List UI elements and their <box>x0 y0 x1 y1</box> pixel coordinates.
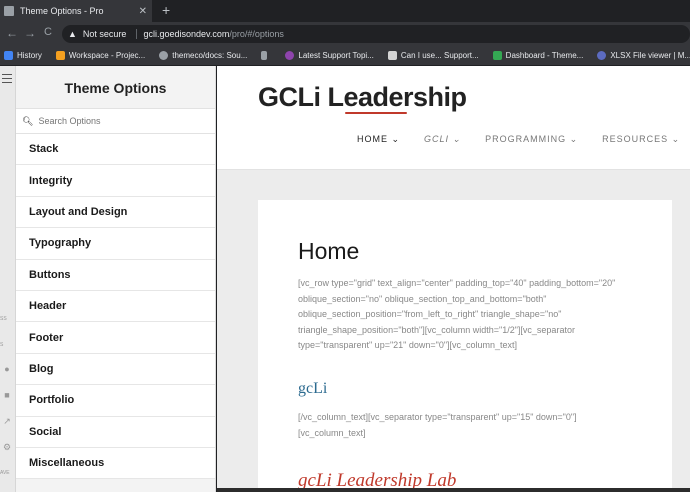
sidebar-item-layout-and-design[interactable]: Layout and Design <box>16 196 215 229</box>
bookmark-label: Can I use... Support... <box>400 51 479 60</box>
browser-tab-bar: Theme Options - Pro ✕ + <box>0 0 690 22</box>
bookmark-workspace[interactable]: Workspace - Projec... <box>55 51 146 60</box>
favicon-icon <box>4 6 14 16</box>
tab-title: Theme Options - Pro <box>20 6 104 16</box>
bookmark-label: XLSX File viewer | M... <box>610 51 690 60</box>
bookmark-icon <box>55 51 65 60</box>
site-header: GCLi Leadership HOME ⌄ GCLI ⌄ PROGRAMMIN… <box>217 66 690 170</box>
nav-programming[interactable]: PROGRAMMING ⌄ <box>485 134 578 145</box>
sidebar-item-integrity[interactable]: Integrity <box>16 165 215 197</box>
dashboard-icon <box>492 51 502 60</box>
new-tab-button[interactable]: + <box>162 2 170 18</box>
github-icon <box>159 51 169 60</box>
builder-icon-strip: SS S ● ■ ↗ ⚙ AVE <box>0 66 16 492</box>
strip-label: SS <box>0 316 7 322</box>
theme-icon <box>285 51 295 60</box>
logo-underline <box>345 112 407 114</box>
nav-resources[interactable]: RESOURCES ⌄ <box>602 134 680 145</box>
sidebar-item-social[interactable]: Social <box>16 416 215 448</box>
sidebar-title: Theme Options <box>64 80 167 96</box>
bottom-bar <box>217 488 690 492</box>
nav-home[interactable]: HOME ⌄ <box>357 134 400 145</box>
reload-icon[interactable]: C <box>44 26 52 38</box>
page-title: Home <box>298 238 360 264</box>
site-logo[interactable]: GCLi Leadership <box>258 82 467 113</box>
hamburger-menu-icon[interactable] <box>2 74 12 86</box>
bookmark-icon <box>4 51 13 60</box>
strip-label: S <box>0 342 4 348</box>
browser-tab[interactable]: Theme Options - Pro ✕ <box>0 0 152 22</box>
sidebar-item-header[interactable]: Header <box>16 290 215 323</box>
comment-icon[interactable]: ■ <box>1 390 13 402</box>
search-icon: 🔍︎ <box>22 115 34 126</box>
xlsx-icon <box>597 51 607 60</box>
sidebar-item-miscellaneous[interactable]: Miscellaneous <box>16 447 215 480</box>
shortcode-text: [vc_row type="grid" text_align="center" … <box>298 278 616 350</box>
url-host: gcli.goedisondev.com <box>143 29 230 39</box>
divider <box>136 29 138 39</box>
bookmark-history[interactable]: History <box>4 51 42 60</box>
close-tab-icon[interactable]: ✕ <box>139 6 147 17</box>
bookmark-label: Latest Support Topi... <box>298 51 374 60</box>
bookmark-support-topics[interactable]: Latest Support Topi... <box>285 51 374 60</box>
sidebar-item-footer[interactable]: Footer <box>16 322 215 354</box>
site-preview: GCLi Leadership HOME ⌄ GCLI ⌄ PROGRAMMIN… <box>217 66 690 492</box>
sidebar-item-stack[interactable]: Stack <box>16 134 215 166</box>
url-path: /pro/#/options <box>229 29 284 39</box>
security-label[interactable]: Not secure <box>83 29 127 39</box>
pin-icon <box>261 51 268 60</box>
bookmark-label: themeco/docs: Sou... <box>172 51 248 60</box>
sidebar-item-blog[interactable]: Blog <box>16 353 215 386</box>
url-input[interactable]: ▲ Not secure gcli.goedisondev.com /pro/#… <box>62 25 690 43</box>
bookmark-xlsx-viewer[interactable]: XLSX File viewer | M... <box>597 51 690 60</box>
caniuse-icon <box>387 51 397 60</box>
bookmark-can-i-use[interactable]: Can I use... Support... <box>387 51 479 60</box>
sidebar-item-portfolio[interactable]: Portfolio <box>16 385 215 417</box>
theme-options-sidebar: Theme Options 🔍︎ Stack Integrity Layout … <box>16 66 216 492</box>
bookmark-label: Dashboard - Theme... <box>505 51 584 60</box>
search-input[interactable] <box>38 116 209 126</box>
forward-icon[interactable]: → <box>24 26 36 40</box>
external-link-icon[interactable]: ↗ <box>1 416 13 428</box>
bookmarks-bar: History Workspace - Projec... themeco/do… <box>0 46 690 66</box>
content-card: Home [vc_row type="grid" text_align="cen… <box>258 200 672 492</box>
bookmark-dashboard[interactable]: Dashboard - Theme... <box>492 51 584 60</box>
circle-icon[interactable]: ● <box>1 364 13 376</box>
sidebar-item-typography[interactable]: Typography <box>16 228 215 260</box>
search-options-field[interactable]: 🔍︎ <box>16 108 215 134</box>
site-nav: HOME ⌄ GCLI ⌄ PROGRAMMING ⌄ RESOURCES ⌄ … <box>357 134 690 145</box>
gear-icon[interactable]: ⚙ <box>1 442 13 454</box>
sidebar-item-buttons[interactable]: Buttons <box>16 259 215 291</box>
warning-icon[interactable]: ▲ <box>68 29 77 39</box>
bookmark-pin[interactable] <box>261 51 271 60</box>
bookmark-label: History <box>17 51 42 60</box>
nav-gcli[interactable]: GCLI ⌄ <box>424 134 461 145</box>
strip-label: AVE <box>0 470 10 476</box>
shortcode-text: [/vc_column_text][vc_separator type="tra… <box>298 412 577 438</box>
back-icon[interactable]: ← <box>6 26 18 40</box>
bookmark-themeco-docs[interactable]: themeco/docs: Sou... <box>159 51 247 60</box>
section-heading-gcli: gcLi <box>298 380 328 397</box>
bookmark-label: Workspace - Projec... <box>68 51 146 60</box>
address-bar: ← → C ▲ Not secure gcli.goedisondev.com … <box>0 22 690 46</box>
